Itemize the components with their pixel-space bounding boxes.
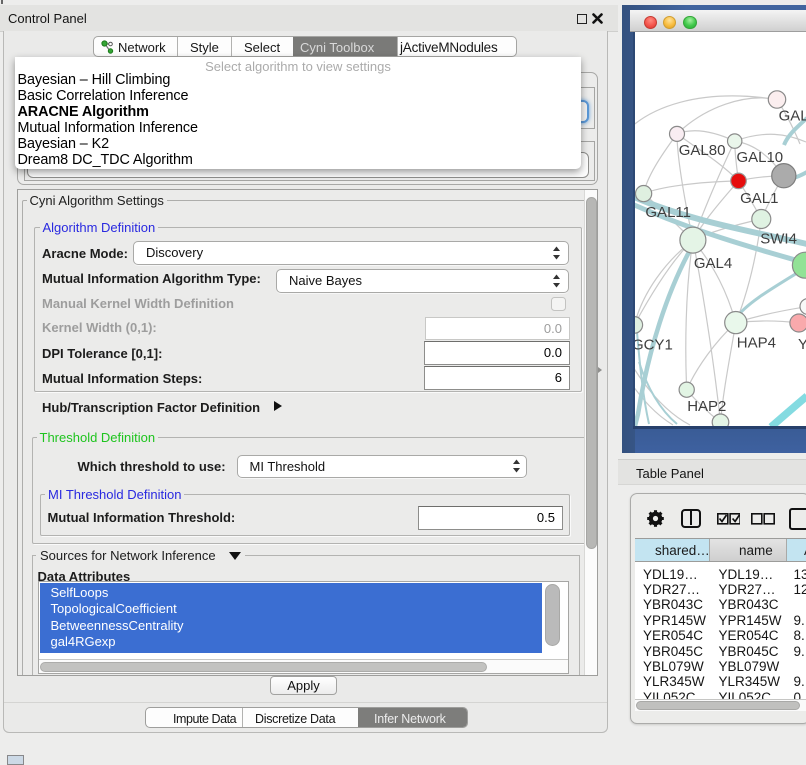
svg-text:GAL1: GAL1 (740, 190, 778, 207)
svg-text:GAL80: GAL80 (679, 142, 726, 159)
svg-text:GCY1: GCY1 (635, 336, 673, 353)
svg-text:GAL7: GAL7 (779, 107, 806, 124)
svg-text:YMR: YMR (798, 335, 806, 352)
svg-text:HAP2: HAP2 (687, 398, 726, 415)
svg-text:GAL10: GAL10 (736, 149, 783, 166)
svg-text:SWI4: SWI4 (760, 230, 797, 247)
svg-text:GAL11: GAL11 (645, 204, 691, 221)
svg-text:HAP4: HAP4 (737, 334, 776, 351)
svg-text:GAL4: GAL4 (694, 254, 732, 271)
